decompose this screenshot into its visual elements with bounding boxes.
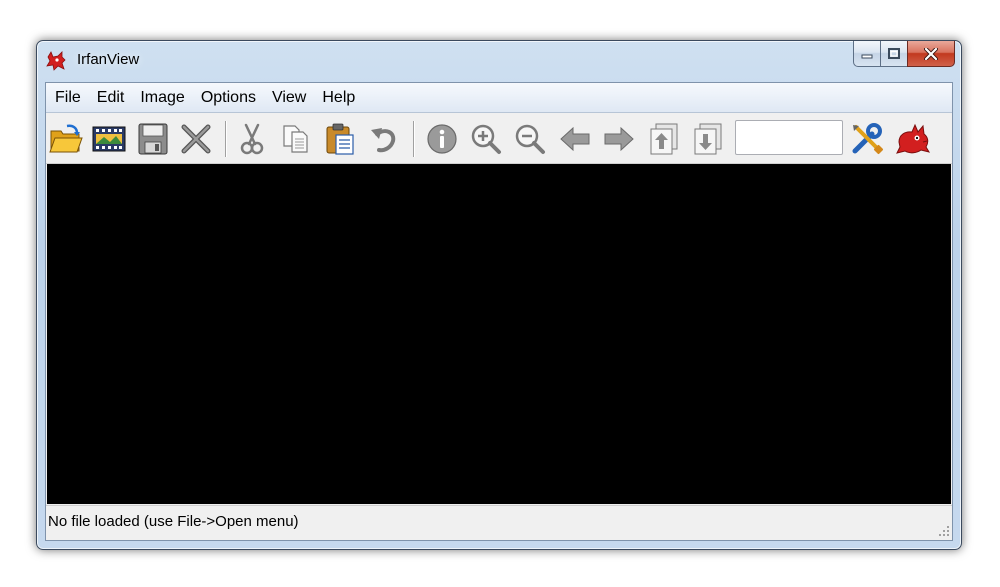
paste-button[interactable]	[322, 121, 358, 157]
menu-edit[interactable]: Edit	[89, 83, 133, 112]
caption-buttons	[853, 41, 955, 67]
copy-icon	[283, 125, 308, 153]
toolbar	[46, 113, 952, 164]
minimize-button[interactable]	[853, 41, 880, 67]
window-title: IrfanView	[77, 51, 140, 68]
next-button[interactable]	[601, 121, 637, 157]
zoom-out-button[interactable]	[512, 121, 548, 157]
maximize-icon	[888, 48, 900, 59]
status-text: No file loaded (use File->Open menu)	[48, 513, 299, 530]
menu-image[interactable]: Image	[132, 83, 192, 112]
delete-button[interactable]	[178, 121, 214, 157]
page-number-input[interactable]	[735, 120, 843, 155]
about-icon	[896, 123, 931, 154]
first-page-button[interactable]	[646, 121, 682, 157]
irfanview-red-cat-icon	[46, 51, 66, 71]
thumbnails-button[interactable]	[91, 121, 127, 157]
info-button[interactable]	[424, 121, 460, 157]
settings-button[interactable]	[849, 121, 885, 157]
open-folder-icon	[49, 124, 83, 153]
resize-grip-icon[interactable]	[938, 525, 950, 537]
save-button[interactable]	[135, 121, 171, 157]
menu-help[interactable]: Help	[314, 83, 363, 112]
close-button[interactable]	[907, 41, 955, 67]
zoom-in-button[interactable]	[468, 121, 504, 157]
minimize-icon	[861, 54, 873, 58]
next-icon	[604, 126, 634, 152]
irfanview-window: IrfanView File Edit Image Options View H…	[36, 40, 962, 550]
settings-icon	[852, 123, 884, 155]
copy-button[interactable]	[278, 121, 314, 157]
cut-button[interactable]	[234, 121, 270, 157]
thumbnails-icon	[92, 126, 126, 152]
first-page-icon	[650, 123, 678, 155]
cut-icon	[240, 123, 264, 155]
last-page-icon	[694, 123, 722, 155]
undo-icon	[371, 128, 396, 153]
menu-view[interactable]: View	[264, 83, 314, 112]
paste-icon	[326, 123, 354, 155]
previous-icon	[560, 126, 590, 152]
zoom-in-icon	[471, 124, 501, 154]
menu-options[interactable]: Options	[193, 83, 264, 112]
delete-icon	[181, 124, 211, 154]
menu-file[interactable]: File	[46, 83, 89, 112]
maximize-button[interactable]	[880, 41, 907, 67]
last-page-button[interactable]	[690, 121, 726, 157]
close-icon	[924, 47, 938, 60]
title-bar[interactable]: IrfanView	[37, 41, 961, 81]
status-bar: No file loaded (use File->Open menu)	[46, 505, 952, 540]
toolbar-separator	[413, 121, 415, 157]
image-viewport[interactable]	[47, 164, 951, 504]
menu-bar: File Edit Image Options View Help	[46, 83, 952, 113]
zoom-out-icon	[515, 124, 545, 154]
about-button[interactable]	[895, 121, 931, 157]
undo-button[interactable]	[366, 121, 402, 157]
client-area: File Edit Image Options View Help No fil…	[45, 82, 953, 541]
toolbar-separator	[225, 121, 227, 157]
previous-button[interactable]	[557, 121, 593, 157]
open-button[interactable]	[48, 121, 84, 157]
save-icon	[138, 123, 168, 155]
info-icon	[427, 124, 457, 154]
